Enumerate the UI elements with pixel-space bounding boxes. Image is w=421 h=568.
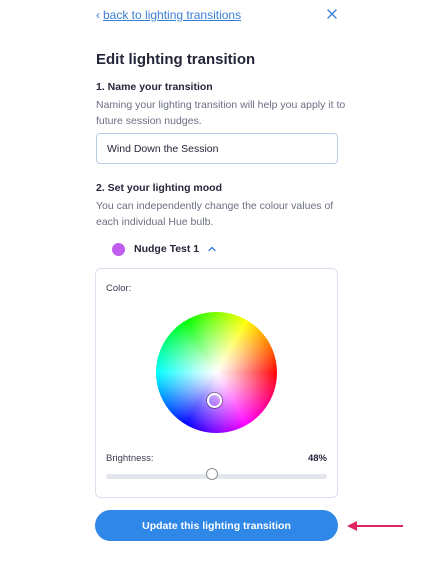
- back-link[interactable]: ‹ back to lighting transitions: [96, 8, 241, 22]
- color-picker-card: Color: Brightness: 48%: [95, 268, 338, 498]
- brightness-slider-thumb[interactable]: [206, 468, 219, 480]
- bulb-toggle-nudge-test-1[interactable]: Nudge Test 1: [112, 241, 217, 257]
- name-section-description: Naming your lighting transition will hel…: [96, 99, 346, 127]
- color-label: Color:: [106, 283, 132, 294]
- name-section-heading: 1. Name your transition: [96, 81, 213, 93]
- bulb-color-swatch: [112, 242, 125, 256]
- mood-section-heading: 2. Set your lighting mood: [96, 182, 222, 194]
- back-link-label: back to lighting transitions: [103, 8, 242, 22]
- color-wheel-handle[interactable]: [207, 393, 222, 408]
- update-transition-button[interactable]: Update this lighting transition: [95, 510, 338, 541]
- color-wheel[interactable]: [156, 312, 277, 433]
- brightness-value: 48%: [307, 453, 327, 464]
- bulb-name: Nudge Test 1: [134, 243, 200, 255]
- edit-transition-panel: ‹ back to lighting transitions Edit ligh…: [80, 0, 353, 568]
- close-icon[interactable]: [325, 7, 339, 21]
- transition-name-input[interactable]: [96, 133, 338, 164]
- brightness-label: Brightness:: [106, 453, 154, 464]
- mood-section-description: You can independently change the colour …: [96, 200, 334, 228]
- chevron-up-icon: [208, 246, 216, 252]
- annotation-arrow-icon: [347, 521, 403, 531]
- top-bar: ‹ back to lighting transitions: [96, 8, 341, 24]
- chevron-left-icon: ‹: [96, 8, 100, 22]
- page-title: Edit lighting transition: [96, 51, 256, 68]
